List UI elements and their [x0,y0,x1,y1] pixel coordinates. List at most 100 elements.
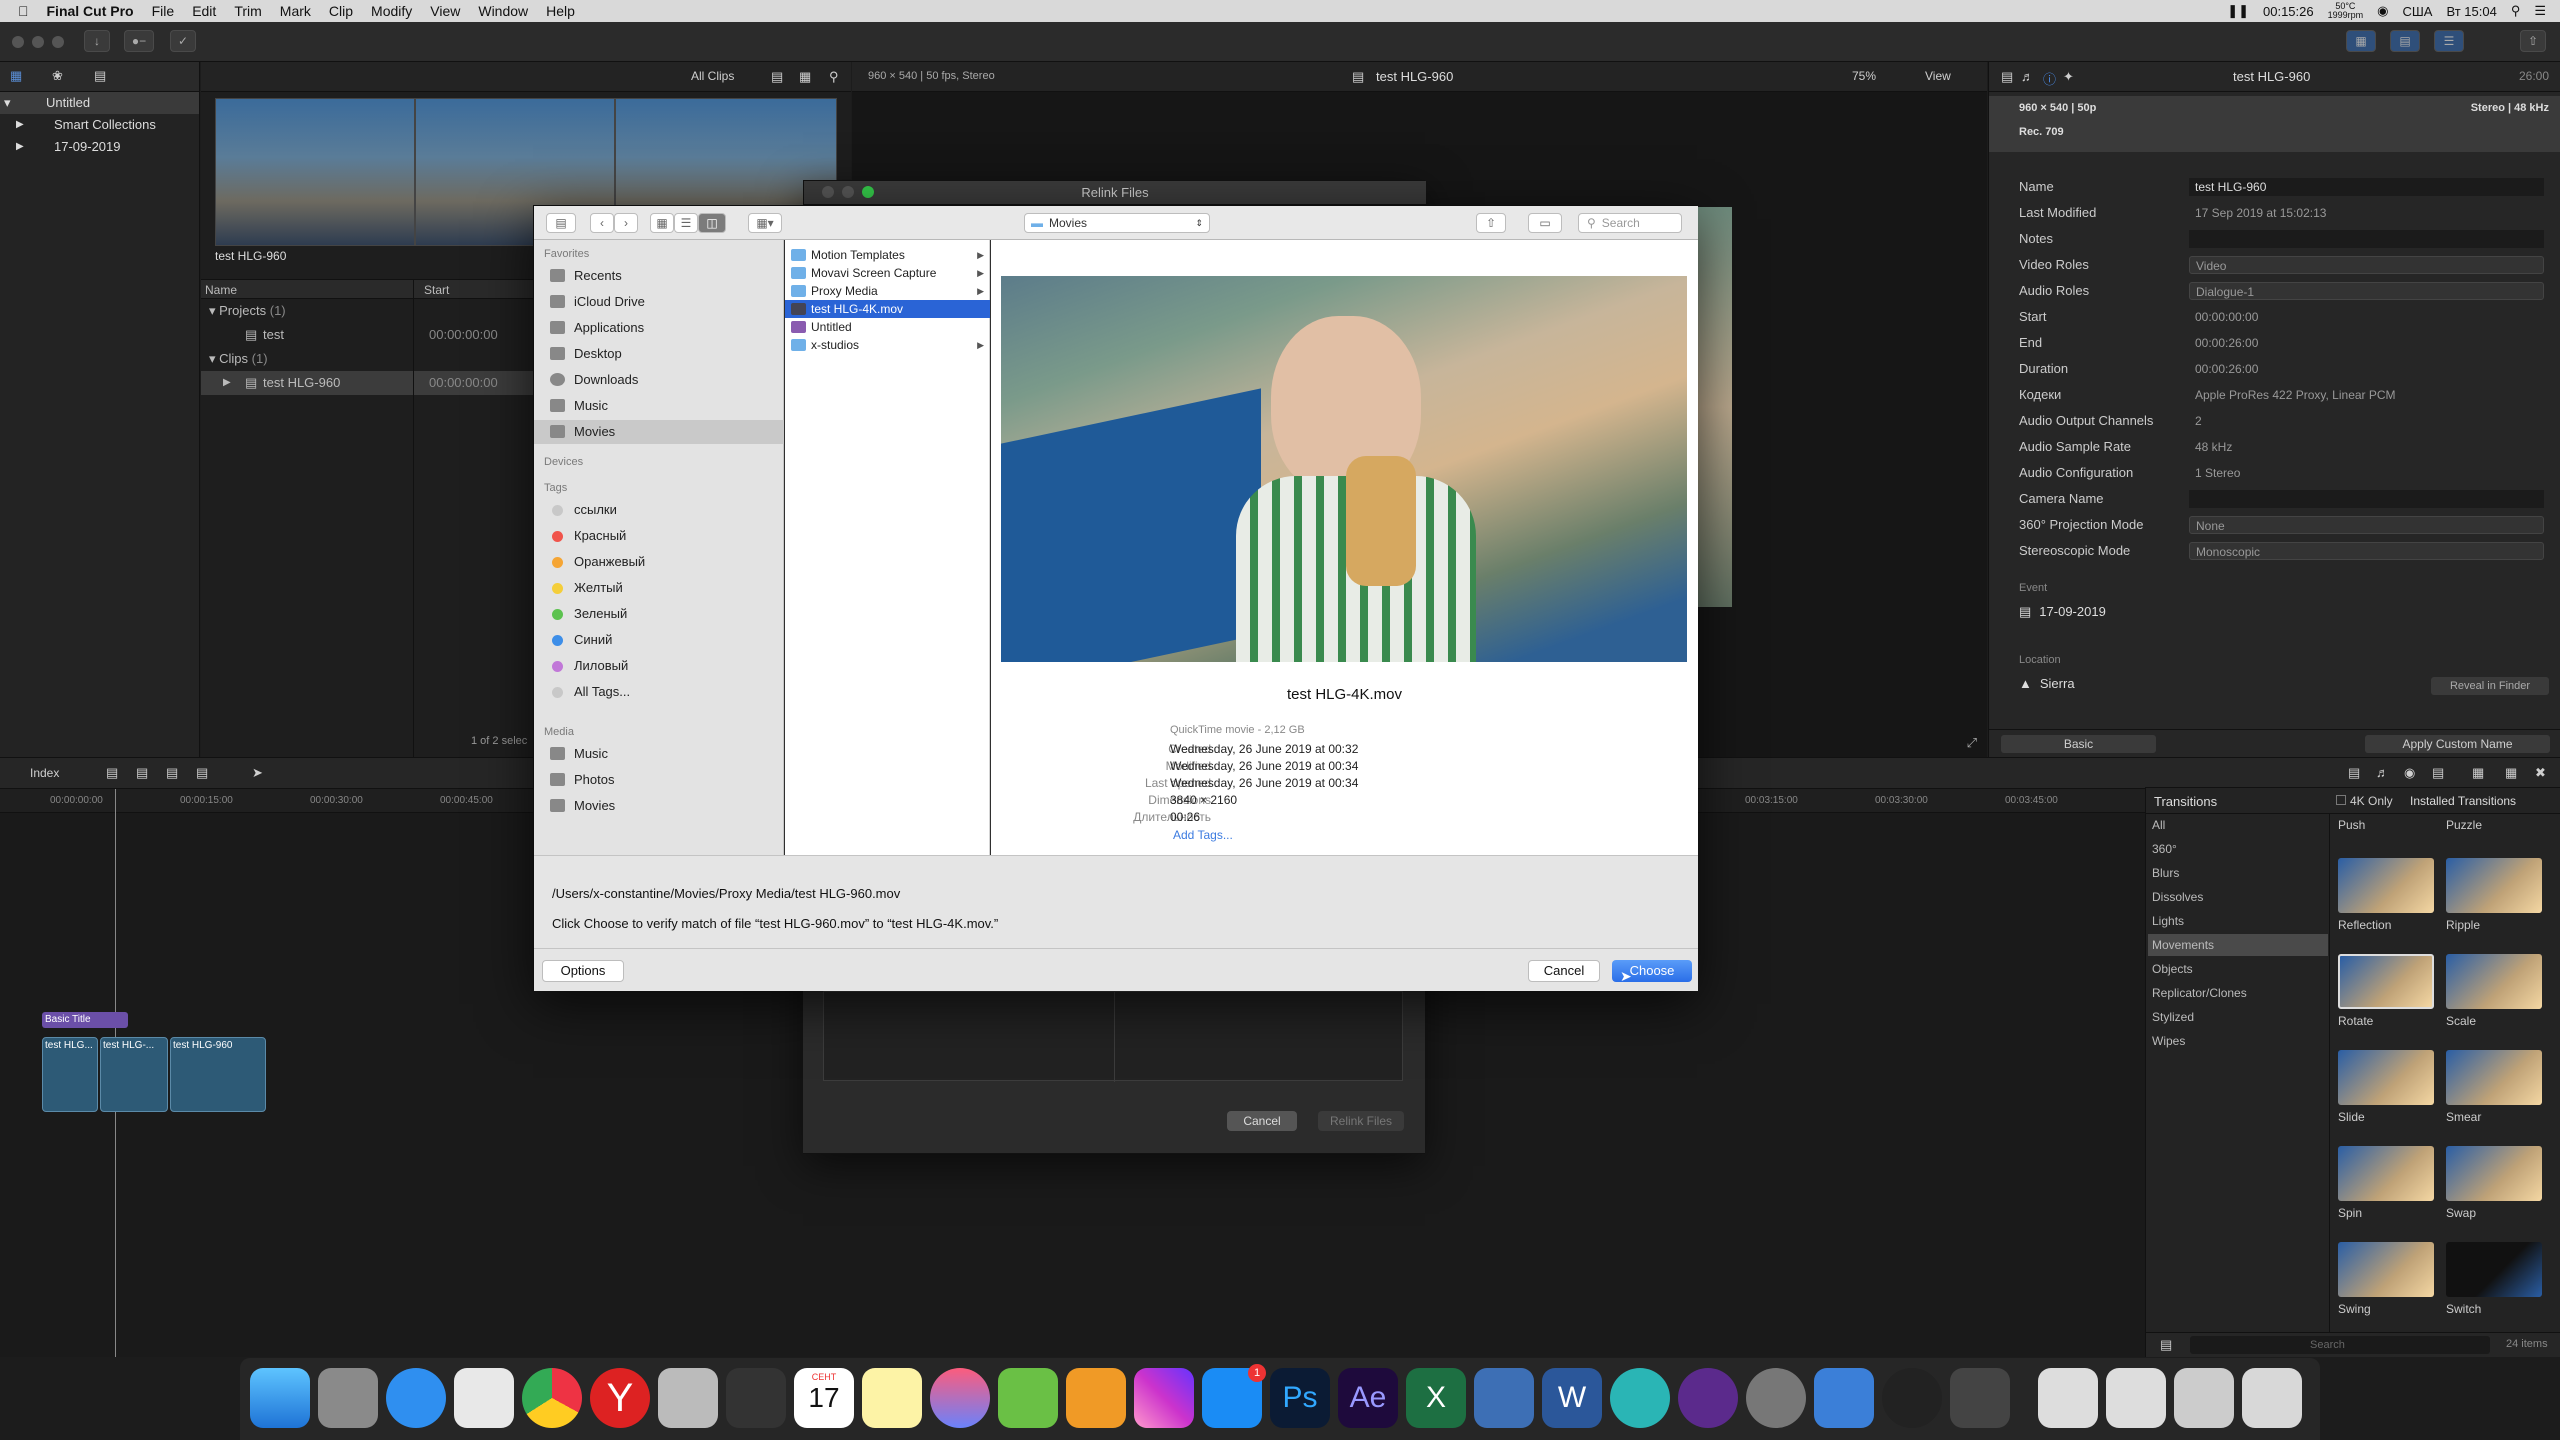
stereoscopic-select[interactable]: Monoscopic [2189,542,2544,560]
textedit-icon[interactable] [454,1368,514,1428]
transition-tile[interactable] [2446,1050,2542,1105]
apple-icon[interactable]:  [18,3,29,19]
column-start[interactable]: Start [424,283,449,297]
record-time[interactable]: 00:15:26 [2263,4,2314,19]
library-toggle-icon[interactable]: ▦ [2346,30,2376,52]
zoom-window-button[interactable] [52,36,64,48]
insert-clip-icon[interactable]: ▤ [136,765,148,781]
sidebar-item-movies[interactable]: Movies [534,420,784,444]
tag-item[interactable]: Красный [534,524,784,548]
instagram-icon[interactable] [1134,1368,1194,1428]
category-item[interactable]: Replicator/Clones [2148,982,2328,1004]
file-item-selected[interactable]: test HLG-4K.mov [785,300,990,318]
file-item[interactable]: Proxy Media ▶ [785,282,990,300]
transition-tile[interactable] [2338,954,2434,1009]
tag-item[interactable]: Лиловый [534,654,784,678]
timeline-clip[interactable]: test HLG-960 [170,1037,266,1112]
file-item[interactable]: Untitled [785,318,990,336]
menu-view[interactable]: View [430,3,460,19]
menu-edit[interactable]: Edit [192,3,216,19]
group-view-icon[interactable]: ▦▾ [748,213,782,233]
minimize-window-button[interactable] [32,36,44,48]
zoom-window-button[interactable] [862,186,874,198]
sidebar-toggle-icon[interactable]: ▤ [546,213,576,233]
video-inspector-icon[interactable]: ▤ [2001,69,2013,85]
fcp-icon[interactable] [726,1368,786,1428]
transition-tile[interactable] [2446,954,2542,1009]
library-item-event[interactable]: ▶ 17-09-2019 [0,136,199,158]
media-item-movies[interactable]: Movies [534,794,784,818]
transition-tile[interactable] [2446,1146,2542,1201]
projection-select[interactable]: None [2189,516,2544,534]
inspector-toggle-icon[interactable]: ☰ [2434,30,2464,52]
wifi-icon[interactable]: ◉ [2377,3,2388,19]
file-item[interactable]: Movavi Screen Capture ▶ [785,264,990,282]
close-window-button[interactable] [12,36,24,48]
camera-name-field[interactable] [2189,490,2544,508]
network-app-icon[interactable] [1610,1368,1670,1428]
forward-icon[interactable]: › [614,213,638,233]
input-locale[interactable]: США [2402,4,2432,19]
wing-app-icon[interactable] [1814,1368,1874,1428]
audio-effects-icon[interactable]: ♬ [2376,765,2389,780]
share-icon[interactable]: ⇧ [2520,30,2546,52]
clip-filter[interactable]: All Clips [691,69,734,83]
tag-item[interactable]: Синий [534,628,784,652]
timeline-clip[interactable]: test HLG-... [100,1037,168,1112]
transition-tile[interactable] [2446,858,2542,913]
app-store-icon[interactable]: 1 [1202,1364,1266,1428]
menu-modify[interactable]: Modify [371,3,412,19]
tag-item[interactable]: ссылки [534,498,784,522]
excel-icon[interactable]: X [1406,1368,1466,1428]
yandex-icon[interactable]: Y [590,1368,650,1428]
append-clip-icon[interactable]: ▤ [166,765,178,781]
menu-trim[interactable]: Trim [234,3,261,19]
after-effects-icon[interactable]: Ae [1338,1368,1398,1428]
sidebar-item-applications[interactable]: Applications [534,316,784,340]
clip-appearance-icon[interactable]: ▤ [771,69,783,85]
transition-tile[interactable] [2338,1050,2434,1105]
calculator-icon[interactable] [658,1368,718,1428]
generators-icon[interactable]: ▦ [2472,765,2484,781]
podcast-icon[interactable] [1678,1368,1738,1428]
photos-browser-icon[interactable]: ◉ [2404,765,2415,781]
transitions-browser-icon[interactable]: ▦ [2505,765,2517,781]
options-button[interactable]: Options [542,960,624,982]
menu-mark[interactable]: Mark [280,3,311,19]
connect-clip-icon[interactable]: ▤ [106,765,118,781]
installed-transitions-select[interactable]: Installed Transitions [2410,794,2516,808]
titles-browser-icon[interactable]: ▤ [2432,765,2444,781]
import-icon[interactable]: ↓ [84,30,110,52]
photos-icon[interactable]: ❀ [52,68,63,84]
image-capture-icon[interactable] [1950,1368,2010,1428]
add-tags-link[interactable]: Add Tags... [1173,828,1233,842]
view-menu[interactable]: View [1925,69,1951,83]
column-view-icon[interactable]: ◫ [698,213,726,233]
file-item[interactable]: x-studios ▶ [785,336,990,354]
finder-icon[interactable] [250,1368,310,1428]
sidebar-item-desktop[interactable]: Desktop [534,342,784,366]
trash-icon[interactable] [2242,1368,2302,1428]
menu-app-name[interactable]: Final Cut Pro [47,3,134,19]
category-item[interactable]: Blurs [2148,862,2328,884]
document-stack-icon[interactable] [2106,1368,2166,1428]
tag-item-all[interactable]: All Tags... [534,680,784,704]
libraries-icon[interactable]: ▦ [10,68,22,84]
tag-item[interactable]: Желтый [534,576,784,600]
search-field[interactable]: ⚲ Search [1578,213,1682,233]
category-item[interactable]: Movements [2148,934,2328,956]
notes-icon[interactable] [862,1368,922,1428]
word-icon[interactable]: W [1542,1368,1602,1428]
menu-file[interactable]: File [152,3,175,19]
name-field[interactable]: test HLG-960 [2189,178,2544,196]
location-popup[interactable]: ▬ Movies ⇕ [1024,213,1210,233]
timeline-clip[interactable]: test HLG... [42,1037,98,1112]
zoom-level[interactable]: 75% [1852,69,1876,83]
safari-icon[interactable] [386,1368,446,1428]
menubar-clock[interactable]: Вт 15:04 [2446,4,2496,19]
video-roles-select[interactable]: Video [2189,256,2544,274]
notes-field[interactable] [2189,230,2544,248]
library-item-smart-collections[interactable]: ▶ Smart Collections [0,114,199,136]
launchpad-icon[interactable] [318,1368,378,1428]
timeline-index-button[interactable]: Index [30,766,59,780]
